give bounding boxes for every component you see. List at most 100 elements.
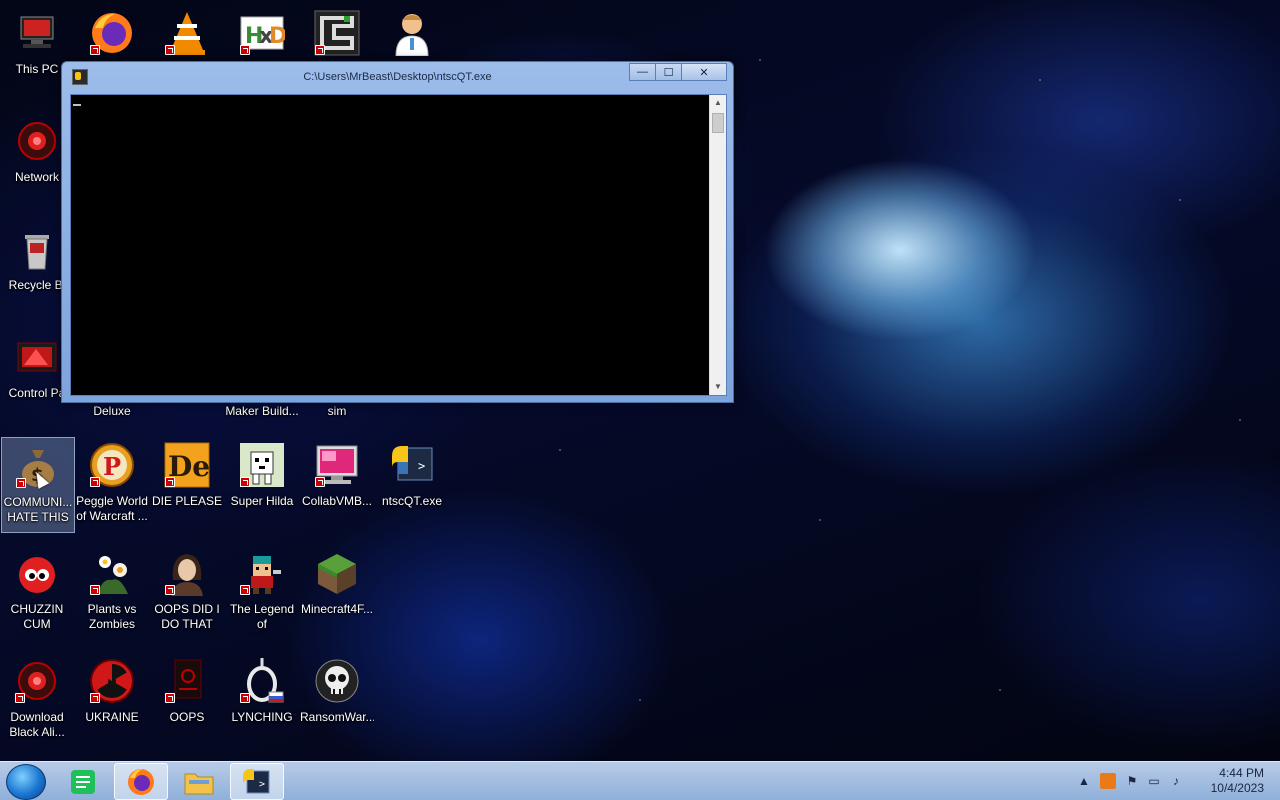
skull-icon bbox=[313, 657, 361, 705]
desktop-icon-download-black-ali[interactable]: Download Black Ali... bbox=[0, 653, 74, 749]
shortcut-overlay-icon bbox=[165, 585, 175, 595]
shortcut-overlay-icon bbox=[165, 693, 175, 703]
shortcut-overlay-icon bbox=[240, 585, 250, 595]
doctor-icon bbox=[388, 9, 436, 57]
icon-label: CollabVMB... bbox=[301, 494, 373, 508]
icon-label: Plants vs Zombies bbox=[87, 602, 137, 631]
desktop-icon-oops-did-i[interactable]: OOPS DID I DO THAT bbox=[150, 545, 224, 641]
desktop-icon-ransomware[interactable]: RansomWar... bbox=[300, 653, 374, 749]
icon-label: LYNCHING bbox=[231, 710, 293, 724]
shortcut-overlay-icon bbox=[90, 693, 100, 703]
firefox-icon bbox=[88, 9, 136, 57]
vertical-scrollbar[interactable]: ▲ ▼ bbox=[709, 95, 726, 395]
icon-label: UKRAINE bbox=[85, 710, 139, 724]
svg-text:D: D bbox=[269, 24, 285, 49]
desktop-icon-chuzzin[interactable]: CHUZZIN CUM bbox=[0, 545, 74, 641]
taskbar-file-explorer[interactable] bbox=[172, 763, 226, 800]
icon-label: Maker Build... bbox=[225, 404, 299, 418]
clock-time: 4:44 PM bbox=[1219, 766, 1264, 780]
svg-text:>: > bbox=[259, 779, 265, 790]
grass-block-icon bbox=[313, 549, 361, 597]
maze-icon bbox=[313, 9, 361, 57]
radiation-icon bbox=[88, 657, 136, 705]
desktop-icon-ntscqt[interactable]: > ntscQT.exe bbox=[375, 437, 449, 533]
hxd-icon: HxD bbox=[238, 9, 286, 57]
control-panel-icon bbox=[13, 333, 61, 381]
notes-icon bbox=[71, 769, 95, 794]
python-console-icon: > bbox=[243, 768, 270, 793]
network-tray-icon[interactable]: ▭ bbox=[1146, 773, 1162, 789]
computer-icon bbox=[13, 9, 61, 57]
icon-label: Peggle World of Warcraft ... bbox=[76, 494, 148, 523]
icon-label: The Legend of Zilda bbox=[229, 602, 295, 634]
window-controls: — ☐ ✕ bbox=[629, 63, 727, 81]
icon-label: OOPS bbox=[169, 710, 205, 724]
icon-label: DIE PLEASE bbox=[151, 494, 223, 508]
noose-icon bbox=[238, 657, 286, 705]
desktop-icon-plants-vs-zombies[interactable]: Plants vs Zombies bbox=[75, 545, 149, 641]
icon-label: CHUZZIN CUM bbox=[10, 602, 64, 631]
shortcut-overlay-icon bbox=[15, 693, 25, 703]
console-window[interactable]: C:\Users\MrBeast\Desktop\ntscQT.exe — ☐ … bbox=[61, 61, 734, 403]
shortcut-overlay-icon bbox=[165, 477, 175, 487]
scroll-thumb[interactable] bbox=[712, 113, 724, 133]
svg-text:>: > bbox=[418, 459, 425, 473]
shortcut-overlay-icon bbox=[90, 45, 100, 55]
taskbar-notes-app[interactable] bbox=[56, 763, 110, 800]
taskbar-firefox[interactable] bbox=[114, 763, 168, 800]
recycle-bin-icon bbox=[13, 225, 61, 273]
system-tray: ▲ ⚑ ▭ ♪ 4:44 PM 10/4/2023 bbox=[1060, 762, 1280, 800]
clock[interactable]: 4:44 PM 10/4/2023 bbox=[1211, 766, 1264, 796]
taskbar-ntscqt[interactable]: > bbox=[230, 763, 284, 800]
volume-icon[interactable]: ♪ bbox=[1168, 773, 1184, 789]
action-center-flag-icon[interactable]: ⚑ bbox=[1124, 773, 1140, 789]
shortcut-overlay-icon bbox=[240, 693, 250, 703]
icon-label: Deluxe bbox=[93, 404, 131, 418]
icon-label: Minecraft4F... bbox=[300, 602, 374, 616]
dark-book-icon bbox=[163, 657, 211, 705]
de-icon: De bbox=[163, 441, 211, 489]
shortcut-overlay-icon bbox=[315, 45, 325, 55]
desktop-icon-oops[interactable]: OOPS bbox=[150, 653, 224, 749]
python-icon: > bbox=[388, 441, 436, 489]
svg-text:P: P bbox=[103, 452, 121, 481]
minimize-button[interactable]: — bbox=[629, 63, 656, 81]
icon-label: Super Hilda bbox=[230, 494, 294, 508]
show-hidden-icons-chevron-icon[interactable]: ▲ bbox=[1076, 773, 1092, 789]
desktop-icon-super-hilda[interactable]: Super Hilda bbox=[225, 437, 299, 533]
monitor-icon bbox=[313, 441, 361, 489]
folder-icon bbox=[184, 773, 214, 794]
shortcut-overlay-icon bbox=[165, 45, 175, 55]
peggle-icon: P bbox=[88, 441, 136, 489]
icon-label: sim bbox=[327, 404, 347, 418]
desktop-icon-collabvm[interactable]: CollabVMB... bbox=[300, 437, 374, 533]
clock-date: 10/4/2023 bbox=[1210, 781, 1264, 795]
icon-label: ntscQT.exe bbox=[381, 494, 443, 508]
icon-label: OOPS DID I DO THAT bbox=[154, 602, 220, 631]
desktop-icon-lynching[interactable]: LYNCHING bbox=[225, 653, 299, 749]
shortcut-overlay-icon bbox=[240, 45, 250, 55]
desktop-icon-peggle[interactable]: P Peggle World of Warcraft ... bbox=[75, 437, 149, 533]
close-button[interactable]: ✕ bbox=[681, 63, 727, 81]
start-button[interactable] bbox=[6, 764, 46, 800]
shortcut-overlay-icon bbox=[90, 477, 100, 487]
desktop-icon-ukraine[interactable]: UKRAINE bbox=[75, 653, 149, 749]
scroll-up-arrow-icon[interactable]: ▲ bbox=[710, 95, 726, 111]
icon-label: COMMUNI... HATE THIS ... bbox=[3, 495, 73, 527]
firefox-icon bbox=[128, 768, 154, 795]
network-icon bbox=[13, 117, 61, 165]
text-cursor bbox=[73, 104, 81, 106]
desktop-icon-minecraft[interactable]: Minecraft4F... bbox=[300, 545, 374, 641]
desktop-icon-die-please[interactable]: De DIE PLEASE bbox=[150, 437, 224, 533]
flower-icon bbox=[88, 549, 136, 597]
window-titlebar[interactable]: C:\Users\MrBeast\Desktop\ntscQT.exe — ☐ … bbox=[62, 62, 733, 92]
maximize-button[interactable]: ☐ bbox=[655, 63, 682, 81]
pixel-hero-icon bbox=[238, 549, 286, 597]
shortcut-overlay-icon bbox=[16, 478, 26, 488]
app-tray-icon[interactable] bbox=[1100, 773, 1116, 789]
icon-label: Download Black Ali... bbox=[9, 710, 65, 739]
scroll-down-arrow-icon[interactable]: ▼ bbox=[710, 379, 726, 395]
desktop-icon-legend-of-zilda[interactable]: The Legend of Zilda bbox=[225, 545, 299, 641]
vlc-icon bbox=[163, 9, 211, 57]
console-output[interactable]: ▲ ▼ bbox=[70, 94, 727, 396]
